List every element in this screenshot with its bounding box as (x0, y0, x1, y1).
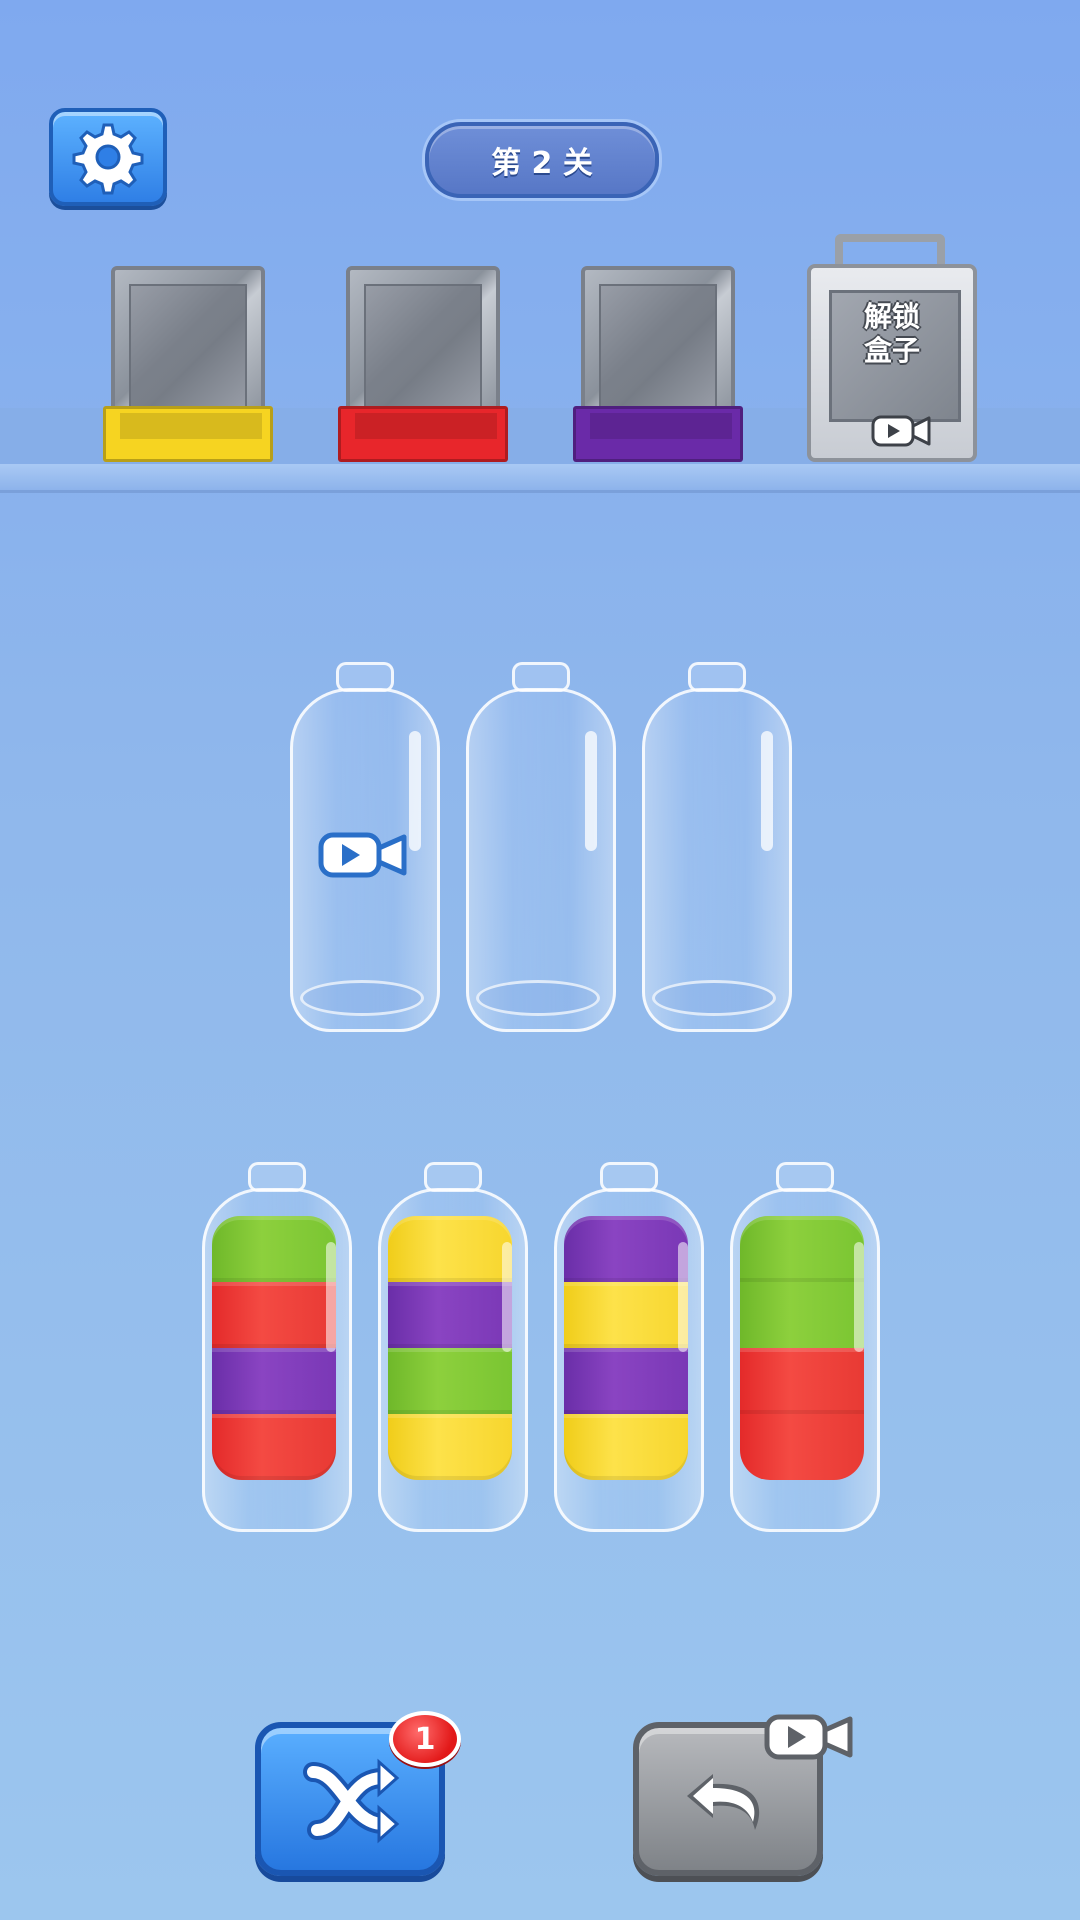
collection-box-yellow[interactable] (103, 266, 273, 462)
box-glass (581, 266, 735, 426)
shelf (0, 464, 1080, 493)
box-body: 解锁 盒子 (807, 264, 977, 462)
box-base (338, 406, 508, 462)
liquid-layer-purple (212, 1348, 336, 1414)
level-label: 第 2 关 (491, 146, 593, 181)
liquid-layer-green (388, 1348, 512, 1414)
empty-bottle[interactable] (466, 662, 616, 1032)
liquid-layer-purple (388, 1282, 512, 1348)
filled-bottle-1[interactable] (202, 1162, 352, 1532)
empty-bottle[interactable] (642, 662, 792, 1032)
video-icon[interactable] (318, 830, 408, 880)
liquid-stack (212, 1216, 336, 1480)
collection-box-purple[interactable] (573, 266, 743, 462)
liquid-layer-yellow (564, 1282, 688, 1348)
liquid-layer-purple (564, 1348, 688, 1414)
liquid-layer-yellow (564, 1414, 688, 1480)
shuffle-count: 1 (414, 1721, 436, 1757)
liquid-layer-red (740, 1414, 864, 1480)
liquid-layer-red (212, 1414, 336, 1480)
liquid-layer-green (740, 1282, 864, 1348)
liquid-stack (388, 1216, 512, 1480)
video-icon (764, 1714, 853, 1760)
liquid-layer-yellow (388, 1414, 512, 1480)
video-icon (871, 415, 931, 447)
liquid-layer-red (212, 1282, 336, 1348)
shuffle-count-badge: 1 (389, 1711, 461, 1767)
gear-icon (72, 123, 144, 195)
liquid-stack (740, 1216, 864, 1480)
liquid-stack (564, 1216, 688, 1480)
liquid-layer-green (212, 1216, 336, 1282)
settings-button[interactable] (49, 108, 167, 206)
box-base (103, 406, 273, 462)
filled-bottle-3[interactable] (554, 1162, 704, 1532)
filled-bottle-4[interactable] (730, 1162, 880, 1532)
shuffle-icon (303, 1758, 400, 1844)
liquid-layer-green (740, 1216, 864, 1282)
unlock-box-button[interactable]: 解锁 盒子 (807, 234, 977, 462)
unlock-box-label: 解锁 盒子 (863, 300, 920, 367)
box-base (573, 406, 743, 462)
level-indicator: 第 2 关 (425, 122, 659, 198)
filled-bottle-2[interactable] (378, 1162, 528, 1532)
box-glass (346, 266, 500, 426)
liquid-layer-yellow (388, 1216, 512, 1282)
collection-box-red[interactable] (338, 266, 508, 462)
liquid-layer-red (740, 1348, 864, 1414)
liquid-layer-purple (564, 1216, 688, 1282)
box-glass (111, 266, 265, 426)
